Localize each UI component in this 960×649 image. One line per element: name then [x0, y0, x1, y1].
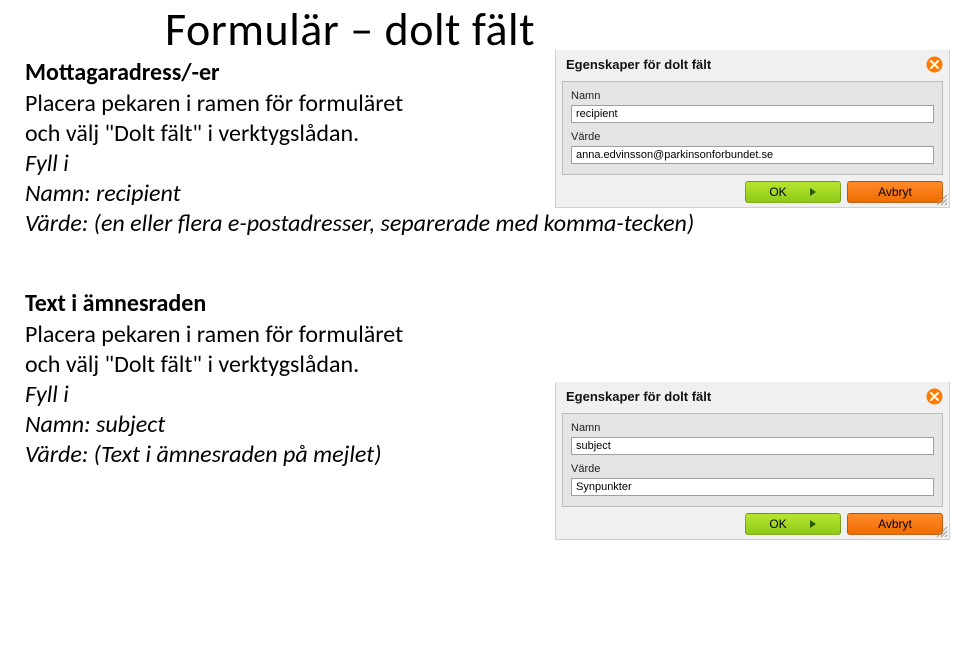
field-row-value: Värde — [571, 463, 934, 496]
dialog-header: Egenskaper för dolt fält — [556, 50, 949, 81]
dialog-footer: OK Avbryt — [556, 175, 949, 207]
triangle-right-icon — [809, 519, 817, 529]
button-label: Avbryt — [878, 517, 912, 531]
field-label: Namn — [571, 90, 934, 102]
dialog-hidden-field-1: Egenskaper för dolt fält Namn Värde OK — [555, 50, 950, 208]
triangle-right-icon — [809, 187, 817, 197]
resize-grip-icon — [934, 192, 948, 206]
text-line: Placera pekaren i ramen för formuläret — [25, 320, 960, 350]
cancel-button[interactable]: Avbryt — [847, 513, 943, 535]
close-icon — [926, 388, 943, 405]
name-field[interactable] — [571, 105, 934, 123]
dialog-body: Namn Värde — [562, 413, 943, 507]
dialog-body: Namn Värde — [562, 81, 943, 175]
dialog-title: Egenskaper för dolt fält — [566, 57, 711, 72]
close-button[interactable] — [926, 56, 943, 73]
field-label: Värde — [571, 131, 934, 143]
value-field[interactable] — [571, 146, 934, 164]
text-line: och välj "Dolt fält" i verktygslådan. — [25, 350, 960, 380]
field-row-name: Namn — [571, 422, 934, 455]
button-label: OK — [769, 185, 786, 199]
ok-button[interactable]: OK — [745, 181, 841, 203]
resize-grip[interactable] — [934, 192, 948, 206]
dialog-title: Egenskaper för dolt fält — [566, 389, 711, 404]
cancel-button[interactable]: Avbryt — [847, 181, 943, 203]
resize-grip[interactable] — [934, 524, 948, 538]
close-icon — [926, 56, 943, 73]
resize-grip-icon — [934, 524, 948, 538]
ok-button[interactable]: OK — [745, 513, 841, 535]
button-label: Avbryt — [878, 185, 912, 199]
dialog-header: Egenskaper för dolt fält — [556, 382, 949, 413]
button-label: OK — [769, 517, 786, 531]
field-label: Värde — [571, 463, 934, 475]
field-row-value: Värde — [571, 131, 934, 164]
field-label: Namn — [571, 422, 934, 434]
value-line: Värde: (en eller flera e-postadresser, s… — [25, 209, 960, 239]
close-button[interactable] — [926, 388, 943, 405]
value-field[interactable] — [571, 478, 934, 496]
field-row-name: Namn — [571, 90, 934, 123]
page: Formulär – dolt fält Mottagaradress/-er … — [0, 2, 960, 649]
name-field[interactable] — [571, 437, 934, 455]
dialog-footer: OK Avbryt — [556, 507, 949, 539]
dialog-hidden-field-2: Egenskaper för dolt fält Namn Värde OK — [555, 382, 950, 540]
section-heading: Text i ämnesraden — [25, 289, 960, 318]
